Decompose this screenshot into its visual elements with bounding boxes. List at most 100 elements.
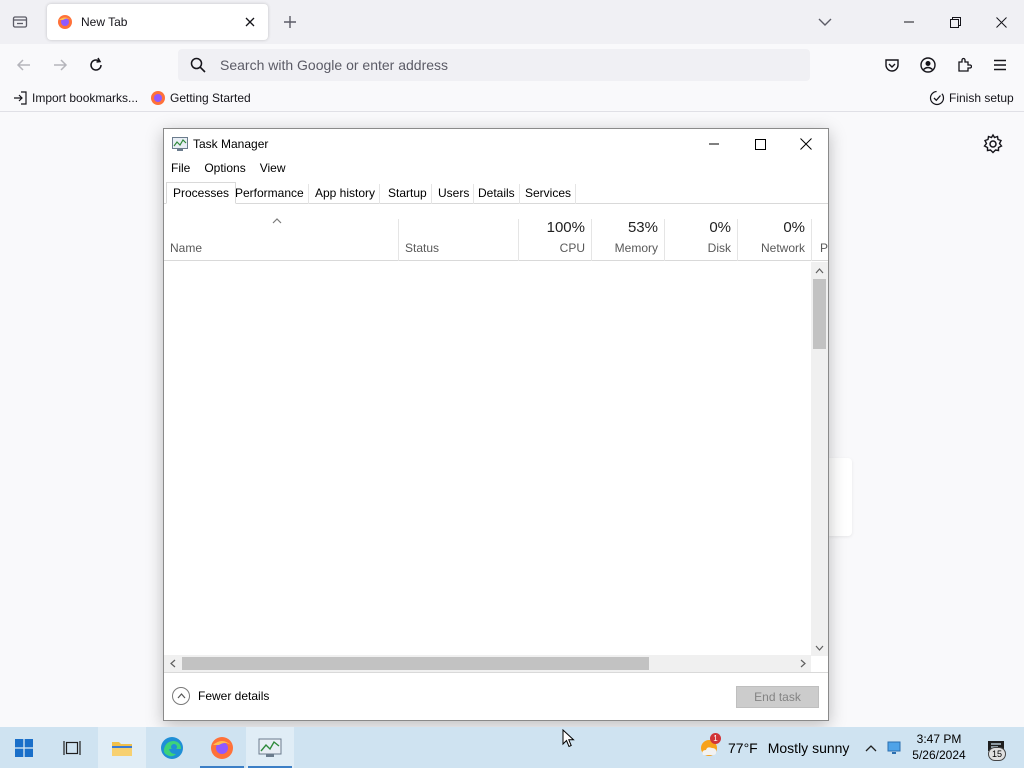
tab-details[interactable]: Details (474, 184, 520, 204)
bookmarks-toolbar: Import bookmarks... Getting Started Fini… (0, 86, 1024, 112)
tab-startup[interactable]: Startup (384, 184, 432, 204)
firefox-view-button[interactable] (4, 6, 36, 38)
scroll-up-button[interactable] (811, 262, 828, 279)
tm-maximize-button[interactable] (737, 129, 783, 159)
fewer-details-button[interactable]: Fewer details (172, 687, 269, 705)
horizontal-scroll-thumb[interactable] (182, 657, 649, 670)
app-menu-button[interactable] (985, 50, 1015, 80)
bookmark-label: Getting Started (170, 91, 251, 105)
network-label: Network (760, 241, 805, 255)
task-view-button[interactable] (48, 727, 96, 768)
personalize-button[interactable] (982, 133, 1004, 155)
mouse-cursor-icon (562, 729, 575, 748)
column-network[interactable]: 0% Network (737, 219, 811, 261)
notifications-button[interactable]: 15 (978, 727, 1014, 768)
bookmark-import[interactable]: Import bookmarks... (12, 90, 138, 106)
network-tray-button[interactable] (884, 727, 904, 768)
fewer-details-label: Fewer details (198, 689, 270, 703)
back-button[interactable] (9, 50, 39, 80)
windows-taskbar: 1 77°F Mostly sunny 3:47 PM 5/26/2024 15 (0, 727, 1024, 768)
close-icon (800, 138, 812, 150)
process-list[interactable] (164, 262, 810, 656)
scroll-right-button[interactable] (794, 655, 811, 672)
forward-button[interactable] (45, 50, 75, 80)
task-manager-window: Task Manager File Options View Processes… (163, 128, 829, 721)
finish-setup-button[interactable]: Finish setup (929, 90, 1014, 106)
reload-button[interactable] (81, 50, 111, 80)
arrow-right-icon (54, 59, 68, 71)
tab-processes[interactable]: Processes (166, 182, 237, 204)
column-cpu[interactable]: 100% CPU (518, 219, 591, 261)
chevron-left-icon (169, 659, 175, 668)
menu-options[interactable]: Options (197, 159, 252, 179)
column-memory[interactable]: 53% Memory (591, 219, 664, 261)
column-power[interactable]: P (811, 219, 828, 261)
bookmark-getting-started[interactable]: Getting Started (150, 90, 251, 106)
minimize-icon (904, 21, 914, 23)
close-window-button[interactable] (978, 0, 1024, 44)
list-all-tabs-button[interactable] (813, 10, 837, 34)
weather-badge: 1 (710, 732, 721, 744)
minimize-icon (709, 143, 719, 145)
sun-cloud-icon: 1 (698, 732, 721, 759)
tm-close-button[interactable] (783, 129, 829, 159)
menu-file[interactable]: File (164, 159, 197, 179)
chevron-right-icon (800, 659, 806, 668)
system-clock[interactable]: 3:47 PM 5/26/2024 (904, 731, 974, 763)
close-tab-button[interactable] (242, 14, 258, 30)
extensions-button[interactable] (949, 50, 979, 80)
tab-performance[interactable]: Performance (231, 184, 309, 204)
chevron-up-circle-icon (172, 687, 190, 705)
task-manager-taskbar-button[interactable] (246, 727, 294, 768)
firefox-taskbar-button[interactable] (198, 727, 246, 768)
weather-condition: Mostly sunny (767, 739, 850, 756)
column-name[interactable]: Name (164, 219, 398, 261)
arrow-left-icon (16, 59, 30, 71)
horizontal-scrollbar[interactable] (164, 655, 811, 672)
memory-label: Memory (614, 241, 658, 255)
bookmark-label: Import bookmarks... (32, 91, 139, 105)
browser-tab-bar: New Tab (0, 0, 1024, 44)
tab-new-tab[interactable]: New Tab (47, 4, 268, 40)
disk-label: Disk (707, 241, 731, 255)
network-percent: 0% (783, 219, 805, 236)
address-bar[interactable]: Search with Google or enter address (178, 49, 810, 81)
clock-date: 5/26/2024 (912, 748, 966, 762)
firefox-view-icon (12, 16, 28, 28)
process-column-header: Name Status 100% CPU 53% Memory 0% Disk … (164, 207, 828, 261)
pocket-button[interactable] (877, 50, 907, 80)
chevron-down-icon (818, 18, 832, 26)
column-disk[interactable]: 0% Disk (664, 219, 737, 261)
scroll-down-button[interactable] (811, 639, 828, 656)
account-button[interactable] (913, 50, 943, 80)
finish-setup-label: Finish setup (949, 91, 1014, 105)
new-tab-button[interactable] (278, 10, 302, 34)
show-hidden-icons-button[interactable] (862, 727, 880, 768)
task-manager-icon (258, 738, 282, 757)
tab-users[interactable]: Users (434, 184, 475, 204)
vertical-scrollbar[interactable] (811, 262, 828, 656)
restore-button[interactable] (932, 0, 978, 44)
column-status[interactable]: Status (398, 219, 518, 261)
edge-button[interactable] (148, 727, 196, 768)
puzzle-icon (958, 57, 972, 72)
cpu-percent: 100% (546, 219, 585, 236)
monitor-icon (887, 741, 901, 754)
tab-services[interactable]: Services (521, 184, 577, 204)
file-explorer-button[interactable] (98, 727, 146, 768)
close-icon (995, 16, 1007, 28)
weather-widget[interactable]: 1 77°F Mostly sunny (698, 727, 849, 768)
scroll-left-button[interactable] (164, 655, 181, 672)
tm-minimize-button[interactable] (691, 129, 737, 159)
weather-temp: 77°F (728, 739, 758, 756)
tm-menu-bar: File Options View (164, 159, 293, 179)
end-task-button[interactable]: End task (736, 686, 819, 708)
firefox-icon (211, 736, 233, 759)
tab-app-history[interactable]: App history (311, 184, 381, 204)
task-manager-titlebar[interactable]: Task Manager (164, 129, 828, 159)
start-button[interactable] (0, 727, 48, 768)
account-icon (920, 57, 936, 73)
minimize-button[interactable] (886, 0, 932, 44)
vertical-scroll-thumb[interactable] (813, 279, 826, 349)
menu-view[interactable]: View (253, 159, 293, 179)
